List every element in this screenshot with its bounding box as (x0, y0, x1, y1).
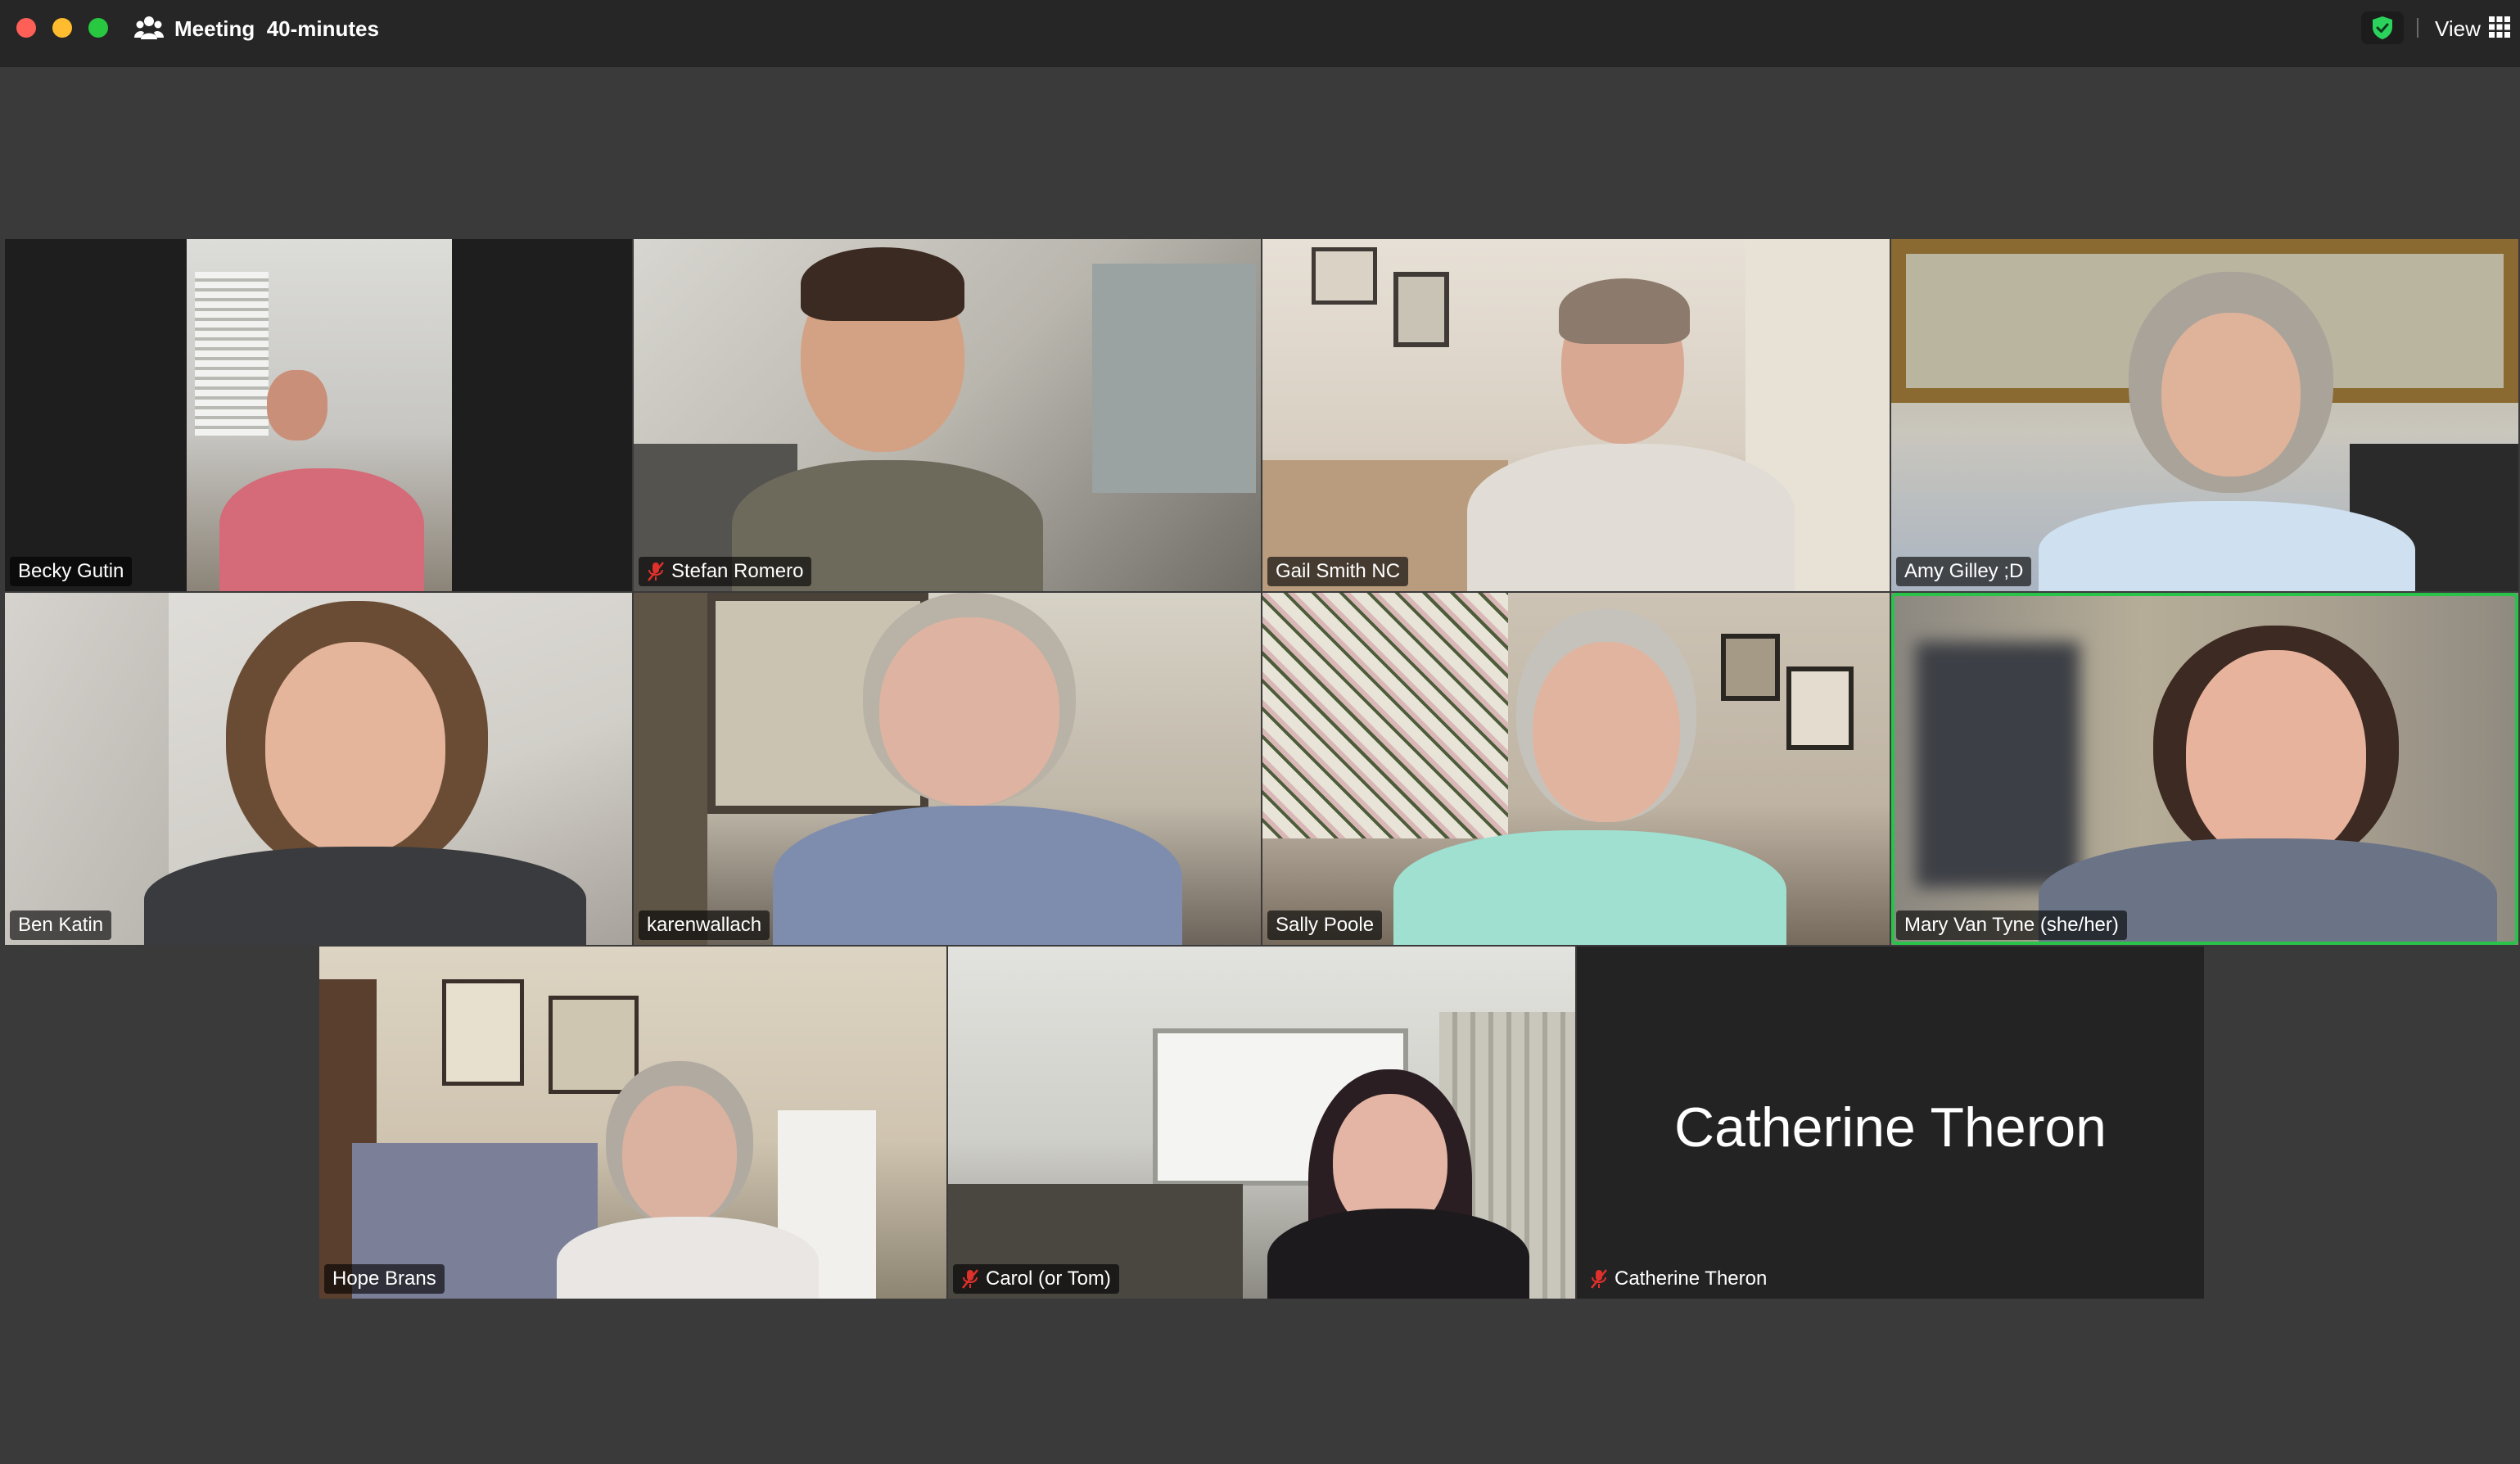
participants-icon (134, 16, 164, 39)
video-tile-mary-van-tyne[interactable]: Mary Van Tyne (she/her) (1891, 593, 2518, 945)
meeting-label: Meeting (174, 16, 255, 41)
participant-nameplate: Carol (or Tom) (953, 1264, 1119, 1294)
participant-nameplate: Catherine Theron (1582, 1264, 1775, 1294)
participant-name: Mary Van Tyne (she/her) (1904, 914, 2119, 936)
participant-name: Becky Gutin (18, 560, 124, 582)
video-tile-becky-gutin[interactable]: Becky Gutin (5, 239, 632, 591)
participant-name: Catherine Theron (1615, 1267, 1768, 1290)
participant-nameplate: Mary Van Tyne (she/her) (1896, 910, 2127, 940)
participant-nameplate: Stefan Romero (639, 557, 812, 586)
participant-name: Carol (or Tom) (986, 1267, 1111, 1290)
video-tile-stefan-romero[interactable]: Stefan Romero (634, 239, 1261, 591)
participant-name: Amy Gilley ;D (1904, 560, 2024, 582)
video-feed (5, 593, 632, 945)
participant-name: Stefan Romero (671, 560, 804, 582)
participant-nameplate: Becky Gutin (10, 557, 133, 586)
mic-muted-icon (1591, 1269, 1607, 1289)
video-feed (1891, 239, 2518, 591)
video-tile-amy-gilley[interactable]: Amy Gilley ;D (1891, 239, 2518, 591)
video-tile-ben-katin[interactable]: Ben Katin (5, 593, 632, 945)
participant-name: Ben Katin (18, 914, 104, 936)
meeting-timer: 40-minutes (266, 16, 379, 41)
video-feed (5, 239, 632, 591)
participant-nameplate: Hope Brans (324, 1264, 445, 1294)
toolbar-divider (2417, 18, 2418, 38)
grid-view-icon[interactable] (2489, 16, 2510, 38)
maximize-window-button[interactable] (88, 18, 108, 38)
video-feed (1262, 593, 1890, 945)
video-feed (1891, 593, 2518, 945)
participant-name: Hope Brans (332, 1267, 436, 1290)
participant-nameplate: Ben Katin (10, 910, 112, 940)
participant-name: Sally Poole (1276, 914, 1375, 936)
title-bar: Meeting 40-minutes View (0, 0, 2520, 67)
encryption-shield-button[interactable] (2361, 11, 2404, 44)
video-feed (634, 593, 1261, 945)
participant-name: Gail Smith NC (1276, 560, 1401, 582)
video-tile-catherine-theron[interactable]: Catherine Theron Catherine Theron (1577, 947, 2204, 1299)
shield-check-icon (2373, 16, 2392, 39)
participant-nameplate: karenwallach (639, 910, 770, 940)
video-tile-sally-poole[interactable]: Sally Poole (1262, 593, 1890, 945)
close-window-button[interactable] (16, 18, 36, 38)
video-tile-carol-or-tom[interactable]: Carol (or Tom) (948, 947, 1575, 1299)
participant-nameplate: Amy Gilley ;D (1896, 557, 2032, 586)
view-button[interactable]: View (2435, 16, 2481, 42)
participant-name: karenwallach (647, 914, 762, 936)
meeting-title: Meeting 40-minutes (174, 16, 379, 42)
minimize-window-button[interactable] (52, 18, 72, 38)
participant-video-off-name: Catherine Theron (1674, 1096, 2107, 1159)
video-tile-gail-smith-nc[interactable]: Gail Smith NC (1262, 239, 1890, 591)
video-feed (948, 947, 1575, 1299)
participant-nameplate: Sally Poole (1267, 910, 1383, 940)
video-feed (1262, 239, 1890, 591)
participant-nameplate: Gail Smith NC (1267, 557, 1409, 586)
video-tile-karenwallach[interactable]: karenwallach (634, 593, 1261, 945)
mic-muted-icon (962, 1269, 978, 1289)
video-tile-hope-brans[interactable]: Hope Brans (319, 947, 946, 1299)
video-feed (634, 239, 1261, 591)
mic-muted-icon (648, 562, 664, 581)
video-feed (319, 947, 946, 1299)
